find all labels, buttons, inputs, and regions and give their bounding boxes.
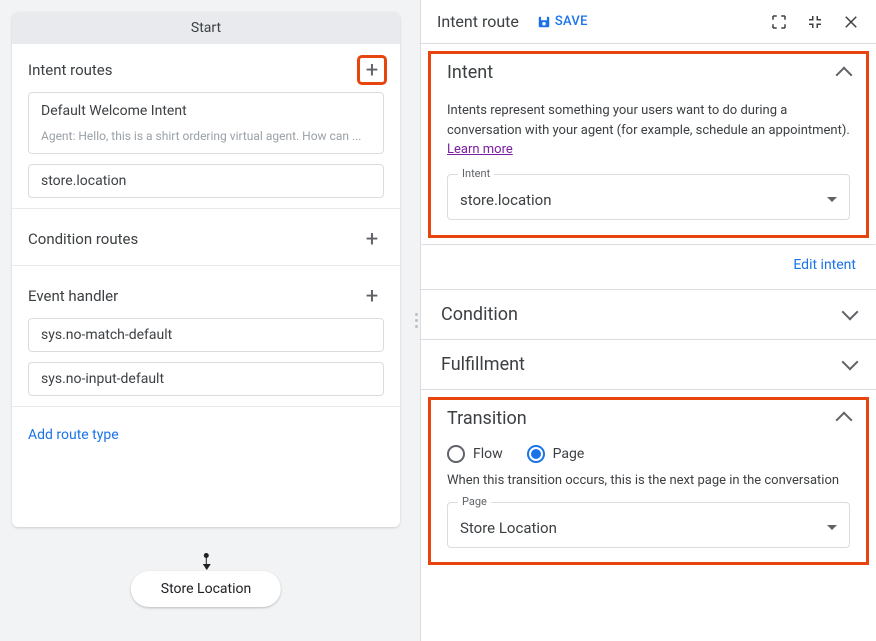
intent-route-label: store.location	[41, 173, 371, 189]
flow-connector: Store Location	[131, 557, 281, 607]
intent-route-item[interactable]: store.location	[28, 164, 384, 198]
panel-title: Intent route	[437, 12, 519, 31]
event-handler-item[interactable]: sys.no-match-default	[28, 318, 384, 352]
panel-resize-handle[interactable]	[412, 0, 420, 641]
condition-section: Condition	[421, 290, 876, 340]
collapse-icon[interactable]	[806, 13, 824, 31]
caret-down-icon	[827, 197, 837, 202]
radio-icon	[447, 445, 465, 463]
radio-flow-label: Flow	[473, 446, 503, 462]
intent-field-label: Intent	[458, 167, 494, 180]
intent-routes-header: Intent routes +	[12, 44, 400, 92]
condition-routes-header: Condition routes +	[12, 213, 400, 261]
start-card: Start Intent routes + Default Welcome In…	[12, 12, 400, 527]
add-condition-route-button[interactable]: +	[360, 227, 384, 251]
intent-section-header[interactable]: Intent	[447, 62, 850, 83]
intent-route-label: Default Welcome Intent	[41, 103, 371, 119]
intent-select-value: store.location	[460, 191, 552, 209]
fullscreen-icon[interactable]	[770, 13, 788, 31]
add-intent-route-button[interactable]: +	[360, 58, 384, 82]
chevron-up-icon	[836, 412, 853, 429]
intent-section: Intent Intents represent something your …	[421, 44, 876, 245]
intent-section-title: Intent	[447, 62, 493, 83]
condition-section-header[interactable]: Condition	[441, 304, 856, 325]
intent-route-sub: Agent: Hello, this is a shirt ordering v…	[41, 129, 371, 143]
event-handler-label: sys.no-match-default	[41, 327, 371, 343]
child-page-chip[interactable]: Store Location	[131, 571, 281, 607]
save-icon	[537, 15, 551, 29]
transition-section-header[interactable]: Transition	[447, 408, 850, 429]
fulfillment-section-header[interactable]: Fulfillment	[441, 354, 856, 375]
transition-description: When this transition occurs, this is the…	[447, 473, 850, 488]
chevron-down-icon	[842, 354, 859, 371]
chevron-up-icon	[836, 66, 853, 83]
caret-down-icon	[827, 525, 837, 530]
page-select[interactable]: Page Store Location	[447, 502, 850, 548]
intent-route-panel: Intent route SAVE Intent Intents represe…	[420, 0, 876, 641]
close-icon[interactable]	[842, 13, 860, 31]
fulfillment-section: Fulfillment	[421, 340, 876, 390]
condition-title: Condition	[441, 304, 518, 325]
transition-title: Transition	[447, 408, 527, 429]
page-select-value: Store Location	[460, 519, 557, 537]
start-page-panel: Start Intent routes + Default Welcome In…	[0, 0, 412, 641]
radio-page-label: Page	[553, 446, 585, 462]
intent-description: Intents represent something your users w…	[447, 101, 850, 160]
radio-icon-selected	[527, 445, 545, 463]
transition-section: Transition Flow Page When this transitio…	[421, 390, 876, 572]
intent-route-item[interactable]: Default Welcome Intent Agent: Hello, thi…	[28, 92, 384, 154]
event-handler-label: sys.no-input-default	[41, 371, 371, 387]
learn-more-link[interactable]: Learn more	[447, 142, 513, 157]
event-handler-item[interactable]: sys.no-input-default	[28, 362, 384, 396]
fulfillment-title: Fulfillment	[441, 354, 525, 375]
radio-flow[interactable]: Flow	[447, 445, 503, 463]
radio-page[interactable]: Page	[527, 445, 585, 463]
event-handler-title: Event handler	[28, 287, 118, 305]
chevron-down-icon	[842, 304, 859, 321]
save-label: SAVE	[555, 14, 588, 29]
page-field-label: Page	[458, 495, 491, 508]
add-route-type-link[interactable]: Add route type	[12, 411, 400, 459]
event-handler-header: Event handler +	[12, 270, 400, 318]
condition-routes-title: Condition routes	[28, 230, 138, 248]
edit-intent-link[interactable]: Edit intent	[421, 245, 876, 290]
intent-select[interactable]: Intent store.location	[447, 174, 850, 220]
transition-target-radios: Flow Page	[447, 445, 850, 463]
panel-header: Intent route SAVE	[421, 0, 876, 44]
add-event-handler-button[interactable]: +	[360, 284, 384, 308]
save-button[interactable]: SAVE	[537, 14, 588, 29]
intent-routes-title: Intent routes	[28, 61, 113, 79]
start-header: Start	[12, 12, 400, 44]
